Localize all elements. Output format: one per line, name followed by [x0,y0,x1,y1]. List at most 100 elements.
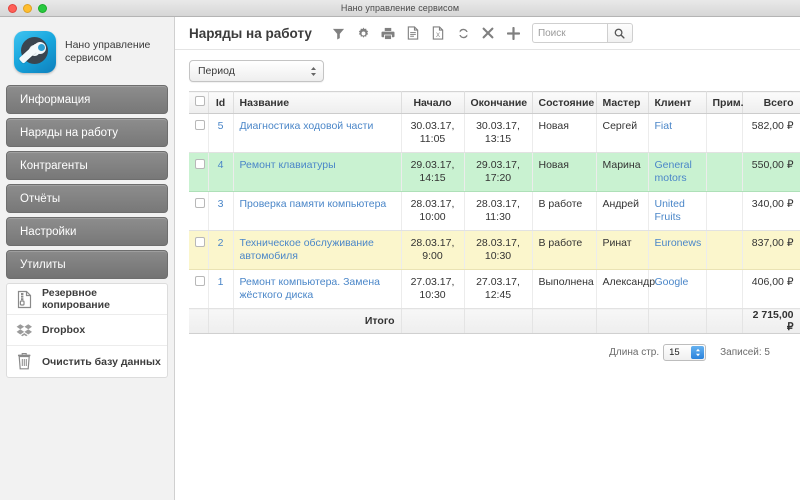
window-titlebar: Нано управление сервисом [0,0,800,17]
col-note[interactable]: Прим. [706,91,744,114]
row-name[interactable]: Проверка памяти компьютера [233,191,402,231]
excel-document-icon[interactable]: X [426,21,451,45]
row-master: Марина [596,152,649,192]
row-select-cell[interactable] [189,191,209,231]
updown-stepper-icon [310,66,317,77]
gear-icon[interactable] [351,21,376,45]
row-note [706,152,743,192]
sidebar-item-label: Контрагенты [20,159,88,172]
wrench-gear-app-icon [14,31,56,73]
col-total[interactable]: Всего [742,91,800,114]
document-icon[interactable] [401,21,426,45]
row-name[interactable]: Диагностика ходовой части [233,113,402,153]
table-row[interactable]: 5 Диагностика ходовой части 30.03.17, 11… [189,113,800,153]
sidebar-item-otchety[interactable]: Отчёты [6,184,168,213]
row-client[interactable]: General motors [648,152,707,192]
row-id: 3 [208,191,234,231]
row-checkbox[interactable] [195,198,205,208]
sidebar-item-informaciya[interactable]: Информация [6,85,168,114]
row-id: 1 [208,269,234,309]
row-start: 28.03.17, 9:00 [401,230,465,270]
row-client[interactable]: Euronews [648,230,707,270]
utility-item-clear-db[interactable]: Очистить базу данных [7,346,167,377]
row-client[interactable]: Fiat [648,113,707,153]
search-input[interactable] [531,23,607,43]
updown-stepper-icon [691,346,705,359]
sidebar-item-nastroyki[interactable]: Настройки [6,217,168,246]
utility-item-label: Очистить базу данных [42,355,161,368]
col-name[interactable]: Название [233,91,402,114]
printer-icon[interactable] [376,21,401,45]
row-name[interactable]: Ремонт компьютера. Замена жёсткого диска [233,269,402,309]
page-title: Наряды на работу [189,25,312,41]
row-select-cell[interactable] [189,269,209,309]
utilities-submenu: Резервное копирование Dropbox Очистить б… [6,283,168,378]
row-checkbox[interactable] [195,237,205,247]
sidebar-item-label: Отчёты [20,192,61,205]
sidebar-nav: Информация Наряды на работу Контрагенты … [0,85,174,279]
orders-table-footer: Итого 2 715,00 ₽ [189,308,800,334]
row-note [706,269,743,309]
row-checkbox[interactable] [195,159,205,169]
row-id: 5 [208,113,234,153]
dropbox-icon [16,321,33,340]
totals-value: 2 715,00 ₽ [742,308,800,334]
row-select-cell[interactable] [189,230,209,270]
utility-item-dropbox[interactable]: Dropbox [7,315,167,346]
row-checkbox[interactable] [195,120,205,130]
col-end[interactable]: Окончание [464,91,533,114]
filter-icon[interactable] [326,21,351,45]
row-id: 4 [208,152,234,192]
col-id[interactable]: Id [208,91,234,114]
sidebar-item-naryady-na-rabotu[interactable]: Наряды на работу [6,118,168,147]
plus-icon[interactable] [501,21,526,45]
search-icon[interactable] [606,23,633,43]
sidebar: Нано управление сервисом Информация Наря… [0,17,175,500]
row-master: Ринат [596,230,649,270]
select-all-checkbox[interactable] [195,96,205,106]
row-master: Александр [596,269,655,309]
close-icon[interactable] [476,21,501,45]
utility-item-label: Резервное копирование [42,287,110,311]
row-name[interactable]: Ремонт клавиатуры [233,152,402,192]
row-name[interactable]: Техническое обслуживание автомобиля [233,230,402,270]
sidebar-item-utility[interactable]: Утилиты [6,250,168,279]
row-checkbox[interactable] [195,276,205,286]
table-row[interactable]: 2 Техническое обслуживание автомобиля 28… [189,230,800,270]
select-all-header[interactable] [189,91,209,114]
period-select[interactable]: Период [189,60,324,82]
sidebar-item-label: Настройки [20,225,77,238]
page-length-select[interactable]: 15 [663,344,707,361]
col-client[interactable]: Клиент [648,91,707,114]
table-pagination: Длина стр. 15 Записей: 5 [189,334,786,361]
table-header-row: Id Название Начало Окончание Состояние М… [189,91,800,114]
table-row[interactable]: 4 Ремонт клавиатуры 29.03.17, 14:15 29.0… [189,152,800,192]
row-note [706,113,743,153]
col-start[interactable]: Начало [401,91,465,114]
col-state[interactable]: Состояние [532,91,597,114]
row-start: 30.03.17, 11:05 [401,113,465,153]
row-state: В работе [532,230,597,270]
table-row[interactable]: 3 Проверка памяти компьютера 28.03.17, 1… [189,191,800,231]
sidebar-item-kontragenty[interactable]: Контрагенты [6,151,168,180]
utility-item-backup[interactable]: Резервное копирование [7,284,167,315]
row-client[interactable]: Google [648,269,707,309]
app-brand: Нано управление сервисом [0,17,174,85]
row-select-cell[interactable] [189,152,209,192]
totals-row: Итого 2 715,00 ₽ [189,308,800,334]
row-select-cell[interactable] [189,113,209,153]
content-toolbar: Наряды на работу X Поиск [175,17,800,50]
trash-icon [16,352,33,371]
sidebar-item-label: Информация [20,93,91,106]
row-total: 582,00 ₽ [742,113,800,153]
row-client[interactable]: United Fruits [648,191,707,231]
row-start: 27.03.17, 10:30 [401,269,465,309]
table-row[interactable]: 1 Ремонт компьютера. Замена жёсткого дис… [189,269,800,309]
row-state: Новая [532,152,597,192]
app-window: Нано управление сервисом Нано управление… [0,0,800,500]
archive-file-icon [16,290,33,309]
row-start: 28.03.17, 10:00 [401,191,465,231]
row-master: Сергей [596,113,649,153]
refresh-icon[interactable] [451,21,476,45]
col-master[interactable]: Мастер [596,91,649,114]
